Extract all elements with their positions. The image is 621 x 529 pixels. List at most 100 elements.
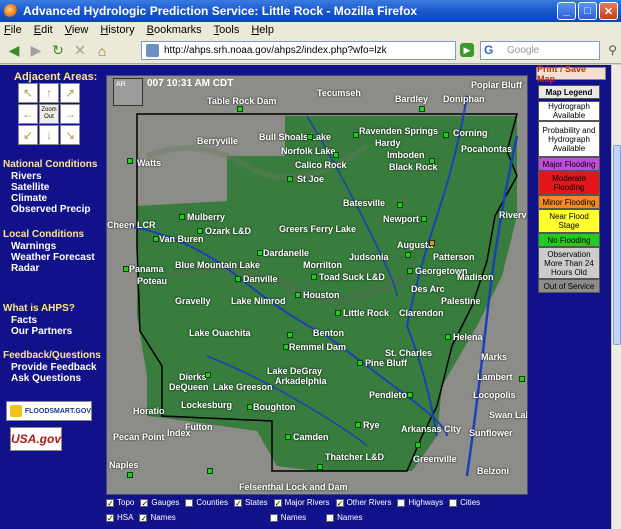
map-label[interactable]: Dierks	[179, 372, 207, 382]
map-label[interactable]: Hardy	[375, 138, 401, 148]
river-gauge[interactable]	[287, 176, 293, 182]
map-label[interactable]: Palestine	[441, 296, 481, 306]
google-engine-icon[interactable]: G	[484, 43, 493, 57]
map-label[interactable]: Boughton	[253, 402, 295, 412]
vertical-scrollbar[interactable]	[611, 65, 621, 529]
map-label[interactable]: St. Charles	[385, 348, 432, 358]
map-label[interactable]: Berryville	[197, 136, 238, 146]
menu-bookmarks[interactable]: Bookmarks	[147, 24, 202, 36]
river-gauge[interactable]	[247, 404, 253, 410]
river-gauge[interactable]	[123, 266, 129, 272]
link-warnings[interactable]: Warnings	[11, 241, 56, 252]
map-label[interactable]: Mulberry	[187, 212, 225, 222]
map-label[interactable]: Bardley	[395, 94, 428, 104]
print-save-map-button[interactable]: Print / Save Map	[536, 64, 606, 84]
river-gauge[interactable]	[237, 106, 243, 112]
pan-northeast-icon[interactable]: ↗	[60, 83, 80, 103]
map-label[interactable]: Helena	[453, 332, 483, 342]
map-label[interactable]: Arkadelphia	[275, 376, 327, 386]
river-gauge[interactable]	[287, 332, 293, 338]
link-facts[interactable]: Facts	[11, 315, 37, 326]
toggle-hsa[interactable]: ✓ HSA	[106, 513, 133, 522]
menu-tools[interactable]: Tools	[214, 24, 240, 36]
map-label[interactable]: Greers Ferry Lake	[279, 224, 356, 234]
map-label[interactable]: Dardanelle	[263, 248, 309, 258]
map-label[interactable]: Ravenden Springs	[359, 126, 438, 136]
map-label[interactable]: Pecan Point	[113, 432, 165, 442]
river-gauge[interactable]	[333, 152, 339, 158]
minimize-button[interactable]: _	[557, 2, 576, 20]
link-rivers[interactable]: Rivers	[11, 171, 42, 182]
map-label[interactable]: Sunflower	[469, 428, 513, 438]
map-label[interactable]: Van Buren	[159, 234, 204, 244]
river-gauge[interactable]	[153, 236, 159, 242]
floodsmart-logo[interactable]: FLOODSMART.GOV	[6, 401, 92, 421]
river-gauge[interactable]	[355, 422, 361, 428]
map-label[interactable]: Thatcher L&D	[325, 452, 384, 462]
map-label[interactable]: Swan Lake	[489, 410, 527, 420]
link-weather-forecast[interactable]: Weather Forecast	[11, 252, 95, 263]
map-label[interactable]: Madison	[457, 272, 494, 282]
toggle-river-names[interactable]: Names	[269, 513, 306, 522]
forward-icon[interactable]: ▶	[26, 41, 46, 61]
river-gauge[interactable]	[179, 214, 185, 220]
map-label[interactable]: Gravelly	[175, 296, 211, 306]
map-label[interactable]: Lake DeGray	[267, 366, 322, 376]
river-gauge[interactable]	[405, 252, 411, 258]
map-label[interactable]: Index	[167, 428, 191, 438]
river-gauge[interactable]	[317, 464, 323, 470]
map-label[interactable]: Newport	[383, 214, 419, 224]
river-gauge[interactable]	[419, 106, 425, 112]
map-label[interactable]: Arkansas City	[401, 424, 461, 434]
menu-file[interactable]: File	[4, 24, 22, 36]
map-label[interactable]: St Joe	[297, 174, 324, 184]
river-gauge[interactable]	[311, 274, 317, 280]
map-label[interactable]: Clarendon	[399, 308, 444, 318]
menu-edit[interactable]: Edit	[34, 24, 53, 36]
map-label[interactable]: Tecumseh	[317, 88, 361, 98]
map-label[interactable]: Remmel Dam	[289, 342, 346, 352]
map-label[interactable]: Des Arc	[411, 284, 445, 294]
map-label[interactable]: Felsenthal Lock and Dam	[239, 482, 348, 492]
toggle-gauge-names[interactable]: ✓ Names	[139, 513, 176, 522]
map-label[interactable]: Ozark L&D	[205, 226, 251, 236]
back-icon[interactable]: ◀	[4, 41, 24, 61]
map-label[interactable]: Morrilton	[303, 260, 342, 270]
usa-gov-logo[interactable]: USA.gov	[10, 427, 62, 451]
map-label[interactable]: Horatio	[133, 406, 165, 416]
pan-west-icon[interactable]: ←	[18, 104, 38, 124]
map-label[interactable]: Cheen LCR	[107, 220, 156, 230]
toggle-counties[interactable]: Counties	[185, 498, 228, 507]
map-label[interactable]: Blue Mountain Lake	[175, 260, 260, 270]
map-label[interactable]: Toad Suck L&D	[319, 272, 385, 282]
stop-icon[interactable]: ✕	[70, 41, 90, 61]
river-gauge[interactable]	[407, 268, 413, 274]
url-field[interactable]: http://ahps.srh.noaa.gov/ahps2/index.php…	[141, 41, 456, 60]
toggle-highways[interactable]: Highways	[397, 498, 443, 507]
link-satellite[interactable]: Satellite	[11, 182, 49, 193]
map-label[interactable]: Pine Bluff	[365, 358, 407, 368]
map-label[interactable]: Calico Rock	[295, 160, 347, 170]
map-label[interactable]: Augusta	[397, 240, 433, 250]
river-gauge[interactable]	[235, 276, 241, 282]
river-gauge[interactable]	[397, 202, 403, 208]
river-gauge[interactable]	[197, 228, 203, 234]
map-label[interactable]: Pendleton	[369, 390, 413, 400]
river-gauge[interactable]	[353, 132, 359, 138]
pan-east-icon[interactable]: →	[60, 104, 80, 124]
map-label[interactable]: Poplar Bluff	[471, 80, 522, 90]
menu-history[interactable]: History	[100, 24, 134, 36]
map-label[interactable]: Danville	[243, 274, 278, 284]
map-label[interactable]: Lambert	[477, 372, 513, 382]
close-button[interactable]: ✕	[599, 2, 618, 20]
link-radar[interactable]: Radar	[11, 263, 39, 274]
link-ask-questions[interactable]: Ask Questions	[11, 373, 81, 384]
reload-icon[interactable]: ↻	[48, 41, 68, 61]
menu-view[interactable]: View	[65, 24, 89, 36]
map-label[interactable]: Little Rock	[343, 308, 389, 318]
river-gauge[interactable]	[445, 334, 451, 340]
go-icon[interactable]: ▶	[460, 43, 474, 57]
river-gauge[interactable]	[205, 372, 211, 378]
map-label[interactable]: Watts	[137, 158, 161, 168]
map-label[interactable]: Rye	[363, 420, 380, 430]
